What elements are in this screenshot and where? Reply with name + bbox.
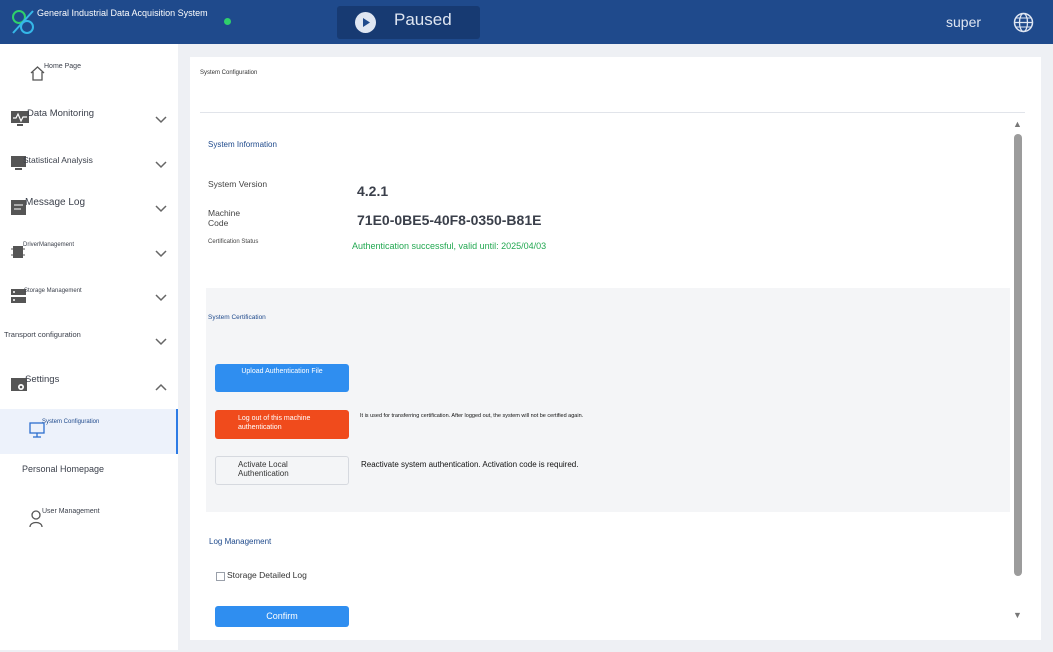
play-icon[interactable]	[355, 12, 376, 33]
chevron-down-icon	[155, 250, 167, 258]
run-control[interactable]: Paused	[337, 6, 480, 39]
section-title-log-management: Log Management	[209, 537, 272, 546]
storage-detailed-log-checkbox[interactable]	[216, 572, 225, 581]
activate-local-authentication-button[interactable]: Activate Local Authentication	[215, 456, 349, 485]
button-label: Confirm	[266, 611, 298, 621]
sidebar-item-label: System Configuration	[42, 419, 100, 425]
certification-status-label: Certification Status	[208, 239, 259, 245]
sidebar-item-label: Settings	[25, 374, 60, 385]
button-label: Authentication	[238, 469, 289, 478]
button-label: authentication	[238, 424, 282, 431]
run-status: Paused	[394, 10, 452, 29]
certification-status-value: Authentication successful, valid until: …	[352, 241, 547, 251]
chevron-down-icon	[155, 294, 167, 302]
logout-authentication-button[interactable]: Log out of this machine authentication	[215, 410, 349, 439]
section-title-certification: System Certification	[208, 314, 266, 321]
breadcrumb: System Configuration	[200, 70, 258, 76]
chevron-down-icon	[155, 116, 167, 124]
system-version-label: System Version	[208, 179, 268, 189]
upload-authentication-file-button[interactable]: Upload Authentication File	[215, 364, 349, 392]
chevron-down-icon	[155, 205, 167, 213]
confirm-button[interactable]: Confirm	[215, 606, 349, 627]
button-label: Upload Authentication File	[241, 368, 323, 375]
status-indicator	[224, 18, 231, 25]
top-bar: General Industrial Data Acquisition Syst…	[0, 0, 1053, 44]
sidebar-active-highlight	[0, 409, 178, 454]
scroll-down-arrow[interactable]: ▼	[1013, 610, 1022, 620]
sidebar-item-label: Statistical Analysis	[23, 155, 93, 165]
sidebar-item-label: User Management	[42, 508, 100, 515]
machine-code-label: Code	[208, 218, 229, 228]
chevron-up-icon	[155, 383, 167, 391]
app-title: General Industrial Data Acquisition Syst…	[37, 8, 208, 18]
sidebar-item-label: Personal Homepage	[22, 464, 105, 474]
section-title-system-info: System Information	[208, 140, 277, 149]
machine-code-label: Machine	[208, 208, 241, 218]
chevron-down-icon	[155, 161, 167, 169]
system-version-value: 4.2.1	[357, 183, 389, 199]
sidebar-item-label: Transport configuration	[4, 330, 81, 339]
scrollbar-thumb[interactable]	[1014, 134, 1022, 576]
sidebar-item-label: Home Page	[44, 63, 81, 70]
activate-description: Reactivate system authentication. Activa…	[361, 460, 579, 469]
button-label: Log out of this machine	[238, 415, 311, 422]
scroll-up-arrow[interactable]: ▲	[1013, 119, 1022, 129]
globe-icon[interactable]	[1013, 12, 1034, 33]
button-label: Activate Local	[238, 460, 288, 469]
storage-detailed-log-label: Storage Detailed Log	[227, 570, 307, 580]
logout-description: It is used for transferring certificatio…	[360, 413, 584, 419]
sidebar-item-label: Storage Management	[24, 288, 82, 294]
sidebar-item-label: Message Log	[25, 197, 86, 208]
sidebar	[0, 44, 178, 650]
sidebar-item-label: Data Monitoring	[27, 108, 95, 119]
current-user[interactable]: super	[946, 14, 981, 30]
sidebar-item-label: DriverManagement	[23, 242, 75, 248]
chevron-down-icon	[155, 338, 167, 346]
divider	[200, 112, 1025, 113]
app-logo	[12, 10, 34, 34]
machine-code-value: 71E0-0BE5-40F8-0350-B81E	[357, 212, 542, 228]
